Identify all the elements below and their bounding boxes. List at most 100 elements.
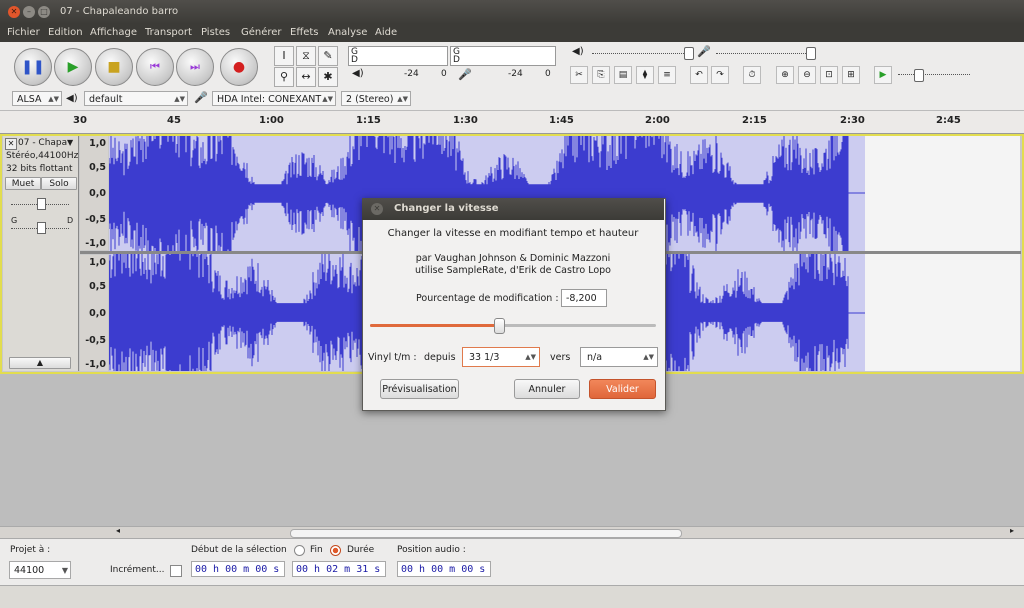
audio-position-time[interactable]: 00 h 00 m 00 s [397, 561, 491, 577]
percent-change-label: Pourcentage de modification : [416, 293, 559, 304]
input-volume-slider[interactable] [716, 53, 814, 55]
dialog-close-icon[interactable]: ✕ [371, 203, 383, 215]
trim-icon[interactable]: ⧫ [636, 66, 654, 84]
menu-aide[interactable]: Aide [375, 27, 397, 38]
input-device-select[interactable]: HDA Intel: CONEXANT ▲▼ [212, 91, 336, 106]
output-device-select[interactable]: default ▲▼ [84, 91, 188, 106]
skip-end-icon: ⏭ [190, 60, 200, 73]
ok-button[interactable]: Valider [589, 379, 656, 399]
percent-change-input[interactable]: -8,200 [561, 289, 607, 307]
dialog-heading: Changer la vitesse en modifiant tempo et… [387, 228, 639, 239]
play-button[interactable]: ▶ [54, 48, 92, 86]
scroll-left-icon[interactable]: ◂ [116, 526, 120, 535]
scale-label: 0,5 [89, 281, 106, 292]
meter-right-label: D [351, 55, 358, 65]
fit-selection-icon[interactable]: ⊡ [820, 66, 838, 84]
zoom-out-icon[interactable]: ⊖ [798, 66, 816, 84]
close-icon[interactable]: ✕ [8, 6, 20, 18]
solo-button[interactable]: Solo [41, 177, 77, 190]
skip-end-button[interactable]: ⏭ [176, 48, 214, 86]
undo-icon[interactable]: ↶ [690, 66, 708, 84]
pan-right-label: D [67, 216, 74, 225]
gain-thumb[interactable] [37, 198, 46, 210]
sync-lock-icon[interactable]: ⏱ [743, 66, 761, 84]
meter-scale-a: -24 [404, 69, 419, 79]
channels-select[interactable]: 2 (Stereo) ▲▼ [341, 91, 411, 106]
menu-effets[interactable]: Effets [290, 27, 319, 38]
to-rpm-select[interactable]: n/a ▲▼ [580, 347, 658, 367]
end-radio[interactable] [294, 545, 305, 556]
dialog-credit-line1: par Vaughan Johnson & Dominic Mazzoni [415, 253, 611, 264]
envelope-tool-icon[interactable]: ⧖ [296, 46, 316, 66]
empty-track-region[interactable] [865, 254, 1020, 371]
pan-left-label: G [11, 216, 18, 225]
draw-tool-icon[interactable]: ✎ [318, 46, 338, 66]
menu-fichier[interactable]: Fichier [7, 27, 40, 38]
zoom-tool-icon[interactable]: ⚲ [274, 67, 294, 87]
project-rate-select[interactable]: 44100 ▼ [9, 561, 71, 579]
scale-label: -1,0 [85, 238, 106, 249]
dialog-titlebar: ✕ Changer la vitesse [362, 198, 664, 220]
menu-transport[interactable]: Transport [145, 27, 192, 38]
menu-affichage[interactable]: Affichage [90, 27, 137, 38]
ruler-tick: 1:00 [259, 115, 284, 126]
menu-pistes[interactable]: Pistes [201, 27, 230, 38]
length-radio-label: Durée [347, 545, 375, 555]
cancel-button[interactable]: Annuler [514, 379, 580, 399]
output-volume-slider[interactable] [592, 53, 692, 55]
stop-button[interactable]: ■ [95, 48, 133, 86]
track-name-menu[interactable]: 07 - Chapa [18, 138, 67, 148]
record-button[interactable]: ● [220, 48, 258, 86]
play-at-speed-icon[interactable]: ▶ [874, 66, 892, 84]
slider-thumb[interactable] [493, 318, 505, 334]
record-meter[interactable]: G D [348, 46, 448, 66]
track-close-icon[interactable]: ✕ [5, 138, 17, 150]
pause-button[interactable]: ❚❚ [14, 48, 52, 86]
scroll-right-icon[interactable]: ▸ [1010, 526, 1014, 535]
zoom-in-icon[interactable]: ⊕ [776, 66, 794, 84]
redo-icon[interactable]: ↷ [711, 66, 729, 84]
scale-label: 1,0 [89, 257, 106, 268]
maximize-icon[interactable]: □ [38, 6, 50, 18]
menu-analyse[interactable]: Analyse [328, 27, 367, 38]
preview-button[interactable]: Prévisualisation [380, 379, 459, 399]
ruler-tick: 2:30 [840, 115, 865, 126]
scroll-thumb[interactable] [290, 529, 682, 538]
length-radio[interactable] [330, 545, 341, 556]
collapse-track-icon[interactable]: ▲ [9, 357, 71, 369]
selection-tool-icon[interactable]: I [274, 46, 294, 66]
minimize-icon[interactable]: – [23, 6, 35, 18]
track-menu-arrow-icon[interactable]: ▼ [67, 138, 73, 147]
cut-icon[interactable]: ✂ [570, 66, 588, 84]
multi-tool-icon[interactable]: ✱ [318, 67, 338, 87]
input-device-value: HDA Intel: CONEXANT [217, 94, 322, 105]
play-speed-thumb[interactable] [914, 69, 924, 82]
audio-host-select[interactable]: ALSA ▲▼ [12, 91, 62, 106]
silence-icon[interactable]: ≡ [658, 66, 676, 84]
selection-start-time[interactable]: 00 h 00 m 00 s [191, 561, 285, 577]
play-speed-slider[interactable] [898, 74, 970, 76]
empty-track-region[interactable] [865, 136, 1020, 251]
selection-toolbar: Projet à : Début de la sélection Fin Dur… [0, 538, 1024, 586]
percent-change-slider[interactable] [370, 318, 656, 334]
from-rpm-select[interactable]: 33 1/3 ▲▼ [462, 347, 540, 367]
audio-host-value: ALSA [17, 94, 42, 105]
menu-generer[interactable]: Générer [241, 27, 282, 38]
output-volume-thumb[interactable] [684, 47, 694, 60]
fit-project-icon[interactable]: ⊞ [842, 66, 860, 84]
timeline-ruler[interactable]: 30 45 1:00 1:15 1:30 1:45 2:00 2:15 2:30… [0, 111, 1024, 134]
snap-checkbox[interactable] [170, 565, 182, 577]
skip-start-button[interactable]: ⏮ [136, 48, 174, 86]
menu-edition[interactable]: Edition [48, 27, 83, 38]
mute-button[interactable]: Muet [5, 177, 41, 190]
paste-icon[interactable]: ▤ [614, 66, 632, 84]
input-volume-thumb[interactable] [806, 47, 816, 60]
window-title: 07 - Chapaleando barro [60, 6, 179, 17]
ruler-tick: 45 [167, 115, 181, 126]
play-meter-right-label: D [453, 55, 460, 65]
selection-length-time[interactable]: 00 h 02 m 31 s [292, 561, 386, 577]
copy-icon[interactable]: ⎘ [592, 66, 610, 84]
timeshift-tool-icon[interactable]: ↔ [296, 67, 316, 87]
playback-meter[interactable]: G D [450, 46, 556, 66]
pan-thumb[interactable] [37, 222, 46, 234]
